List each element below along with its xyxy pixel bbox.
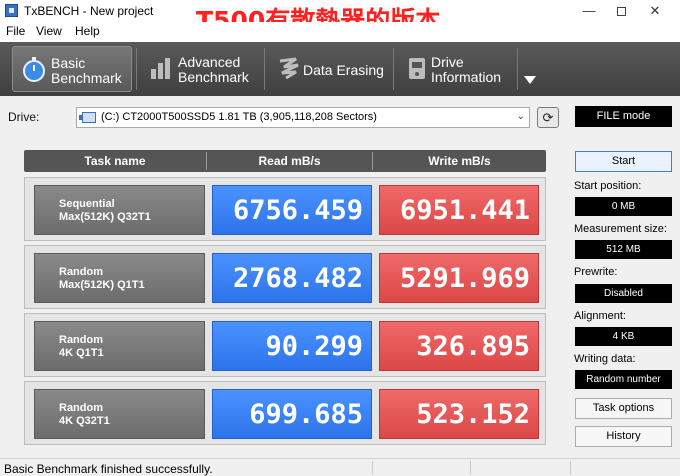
table-row: Sequential Max(512K) Q32T1 6756.459 6951… xyxy=(24,177,546,241)
toolbar-separator xyxy=(264,48,265,90)
start-position-label: Start position: xyxy=(574,180,642,192)
task-name-line1: Random xyxy=(59,402,103,414)
task-random-4k-q1t1-button[interactable]: Random 4K Q1T1 xyxy=(34,321,205,371)
table-row: Random Max(512K) Q1T1 2768.482 5291.969 xyxy=(24,245,546,309)
table-row: Random 4K Q1T1 90.299 326.895 xyxy=(24,313,546,377)
toolbar-overflow-arrow-icon[interactable] xyxy=(524,76,536,84)
task-random-512k-q1t1-button[interactable]: Random Max(512K) Q1T1 xyxy=(34,253,205,303)
prewrite-value[interactable]: Disabled xyxy=(575,284,672,303)
toolbar-separator xyxy=(136,48,137,90)
status-divider xyxy=(470,461,471,475)
window-title: TxBENCH - New project xyxy=(24,4,154,18)
start-position-value[interactable]: 0 MB xyxy=(575,197,672,216)
read-result: 2768.482 xyxy=(212,253,372,303)
tab-drive-information[interactable]: Drive Information xyxy=(396,46,514,92)
tab-advanced-benchmark[interactable]: Advanced Benchmark xyxy=(140,46,260,92)
column-header-read: Read mB/s xyxy=(258,154,321,168)
close-button[interactable]: ✕ xyxy=(632,0,678,22)
read-result: 699.685 xyxy=(212,389,372,439)
drive-info-icon xyxy=(409,58,425,79)
prewrite-label: Prewrite: xyxy=(574,266,618,278)
bar-chart-icon xyxy=(151,58,170,79)
toolbar-separator xyxy=(517,48,518,90)
tab-drive-information-label: Drive Information xyxy=(431,54,502,85)
chevron-down-icon: ⌄ xyxy=(516,111,525,122)
alignment-value[interactable]: 4 KB xyxy=(575,327,672,346)
toolbar-separator xyxy=(393,48,394,90)
menu-file[interactable]: File xyxy=(6,24,25,38)
status-divider xyxy=(570,461,571,475)
maximize-icon xyxy=(616,7,626,17)
drive-select[interactable]: (C:) CT2000T500SSD5 1.81 TB (3,905,118,2… xyxy=(76,107,530,128)
write-result: 326.895 xyxy=(379,321,539,371)
tab-data-erasing-label: Data Erasing xyxy=(303,62,384,78)
menu-help[interactable]: Help xyxy=(75,24,100,38)
write-result: 6951.441 xyxy=(379,185,539,235)
task-sequential-q32t1-button[interactable]: Sequential Max(512K) Q32T1 xyxy=(34,185,205,235)
menu-bar: File View Help xyxy=(0,22,680,42)
task-name-line1: Sequential xyxy=(59,198,115,210)
drive-select-value: (C:) CT2000T500SSD5 1.81 TB (3,905,118,2… xyxy=(101,111,377,123)
app-window: TxBENCH - New project T500有散熱器的版本 — ✕ Fi… xyxy=(0,0,680,476)
column-header-task-name: Task name xyxy=(84,154,146,168)
history-button[interactable]: History xyxy=(575,426,672,447)
tab-basic-benchmark-label: Basic Benchmark xyxy=(51,55,122,86)
writing-data-label: Writing data: xyxy=(574,353,636,365)
task-name-line2: Max(512K) Q1T1 xyxy=(59,279,145,291)
read-result: 6756.459 xyxy=(212,185,372,235)
task-name-line2: 4K Q1T1 xyxy=(59,347,104,359)
status-text: Basic Benchmark finished successfully. xyxy=(4,462,213,476)
refresh-drive-button[interactable]: ⟳ xyxy=(537,107,559,128)
menu-view[interactable]: View xyxy=(36,24,62,38)
measurement-size-label: Measurement size: xyxy=(574,223,667,235)
results-table-header: Task name Read mB/s Write mB/s xyxy=(24,150,546,172)
column-header-write: Write mB/s xyxy=(428,154,491,168)
toolbar: Basic Benchmark Advanced Benchmark Data … xyxy=(0,42,680,96)
table-row: Random 4K Q32T1 699.685 523.152 xyxy=(24,381,546,445)
read-result: 90.299 xyxy=(212,321,372,371)
measurement-size-value[interactable]: 512 MB xyxy=(575,240,672,259)
task-options-button[interactable]: Task options xyxy=(575,398,672,419)
file-mode-indicator[interactable]: FILE mode xyxy=(575,106,672,127)
task-name-line2: 4K Q32T1 xyxy=(59,415,110,427)
tab-advanced-benchmark-label: Advanced Benchmark xyxy=(178,54,249,85)
start-button[interactable]: Start xyxy=(575,151,672,172)
task-name-line1: Random xyxy=(59,334,103,346)
title-bar: TxBENCH - New project T500有散熱器的版本 — ✕ xyxy=(0,0,680,35)
tab-data-erasing[interactable]: Data Erasing xyxy=(268,46,390,92)
status-bar: Basic Benchmark finished successfully. xyxy=(0,458,680,476)
alignment-label: Alignment: xyxy=(574,310,626,322)
task-random-4k-q32t1-button[interactable]: Random 4K Q32T1 xyxy=(34,389,205,439)
drive-icon xyxy=(79,112,96,123)
write-result: 523.152 xyxy=(379,389,539,439)
tab-basic-benchmark[interactable]: Basic Benchmark xyxy=(12,46,132,92)
app-icon xyxy=(5,4,18,17)
write-result: 5291.969 xyxy=(379,253,539,303)
eraser-icon xyxy=(279,57,299,80)
stopwatch-icon xyxy=(23,57,45,82)
status-divider xyxy=(372,461,373,475)
refresh-icon: ⟳ xyxy=(542,110,554,125)
drive-label: Drive: xyxy=(8,110,40,124)
task-name-line2: Max(512K) Q32T1 xyxy=(59,211,151,223)
task-name-line1: Random xyxy=(59,266,103,278)
writing-data-value[interactable]: Random number xyxy=(575,370,672,389)
